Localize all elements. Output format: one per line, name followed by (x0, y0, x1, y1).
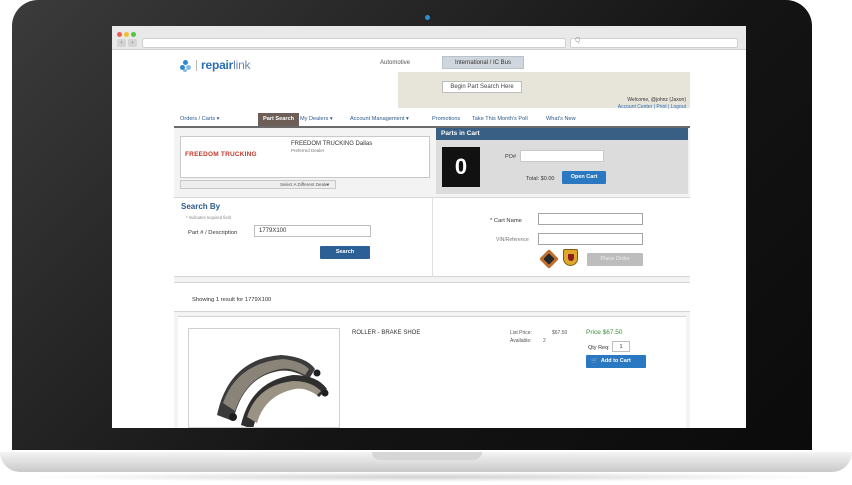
nav-monthly-poll[interactable]: Take This Month's Poll (472, 113, 528, 126)
product-name[interactable]: ROLLER - BRAKE SHOE (352, 330, 420, 336)
back-icon[interactable]: ‹ (117, 39, 126, 47)
cart-name-input[interactable] (538, 213, 643, 225)
main-nav: Orders / Carts ▾ Part Search My Dealers … (174, 110, 690, 127)
nav-orders-carts[interactable]: Orders / Carts ▾ (180, 113, 219, 126)
shield-badge-icon (563, 249, 578, 266)
results-summary: Showing 1 result for 1779X100 (192, 297, 272, 303)
part-number-label: Part # / Description (188, 230, 238, 236)
search-divider (432, 197, 433, 277)
qty-label: Qty Req: (588, 345, 610, 351)
dealer-logo: FREEDOM TRUCKING (185, 151, 257, 158)
search-by-title: Search By (181, 202, 221, 211)
nav-promotions[interactable]: Promotions (432, 113, 460, 126)
dealer-status: Preferred Dealer (291, 148, 325, 153)
cart-panel: 0 PO# Total: $0.00 Open Cart (436, 140, 688, 194)
required-hint: * Indicates required field (186, 215, 231, 220)
po-label: PO# (505, 154, 517, 160)
price-link[interactable]: Price $67.50 (586, 329, 623, 336)
select-dealer-dropdown[interactable]: Select A Different Dealer ▾ (180, 180, 336, 189)
nav-my-dealers[interactable]: My Dealers ▾ (300, 113, 333, 126)
available-label: Available: (510, 338, 532, 344)
product-image[interactable] (188, 328, 340, 428)
cart-name-label: * Cart Name (490, 218, 522, 224)
laptop-notch (372, 452, 482, 460)
address-bar[interactable] (142, 38, 566, 48)
search-button[interactable]: Search (320, 246, 370, 259)
minimize-window-icon[interactable] (124, 32, 129, 37)
list-price-value: $67.50 (552, 330, 568, 336)
cart-count: 0 (442, 147, 480, 187)
dealer-select-label: Select A Different Dealer (280, 182, 329, 187)
part-number-input[interactable]: 1779X100 (254, 225, 371, 237)
search-icon: Q (575, 37, 581, 44)
open-cart-button[interactable]: Open Cart (562, 171, 606, 184)
begin-search-button[interactable]: Begin Part Search Here (442, 81, 522, 93)
repairlink-logo-icon (180, 60, 192, 72)
brand-tab[interactable]: International / IC Bus (442, 56, 524, 69)
camera-dot (425, 15, 430, 20)
site-header: repairlink Automotive International / IC… (174, 50, 690, 126)
vin-label: VIN/Reference (496, 237, 529, 243)
list-price-label: List Price: (510, 330, 532, 336)
close-window-icon[interactable] (117, 32, 122, 37)
maximize-window-icon[interactable] (131, 32, 136, 37)
place-order-button[interactable]: Place Order (587, 253, 643, 266)
browser-toolbar: ‹ › Q (112, 26, 746, 50)
available-value: 2 (543, 338, 546, 344)
qty-input[interactable]: 1 (612, 341, 630, 352)
cart-total: Total: $0.00 (526, 176, 555, 182)
browser-search-bar[interactable]: Q (570, 37, 738, 48)
po-input[interactable] (520, 150, 604, 162)
laptop-shadow (20, 472, 832, 482)
logo-divider (196, 60, 197, 71)
add-to-cart-label: Add to Cart (600, 358, 631, 364)
repairlink-logo[interactable]: repairlink (201, 58, 251, 72)
automotive-label: Automotive (380, 60, 411, 66)
cart-header: Parts in Cart (436, 128, 688, 140)
cart-icon: 🛒 (591, 358, 598, 364)
vin-input[interactable] (538, 233, 643, 245)
repairlink-site: repairlink Automotive International / IC… (174, 50, 690, 428)
nav-account-management[interactable]: Account Management ▾ (350, 113, 409, 126)
nav-part-search[interactable]: Part Search (258, 113, 300, 126)
nav-whats-new[interactable]: What's New (546, 113, 576, 126)
dealer-card: FREEDOM TRUCKING FREEDOM TRUCKING Dallas… (180, 136, 430, 178)
add-to-cart-button[interactable]: 🛒 Add to Cart (586, 355, 646, 368)
welcome-text: Welcome, @johnz (Jaxon) (627, 97, 686, 103)
chevron-down-icon: ▾ (326, 182, 329, 187)
browser-window: ‹ › Q repairlink Automotive Internationa… (112, 26, 746, 428)
dealer-name: FREEDOM TRUCKING Dallas (291, 141, 373, 147)
forward-icon[interactable]: › (128, 39, 137, 47)
